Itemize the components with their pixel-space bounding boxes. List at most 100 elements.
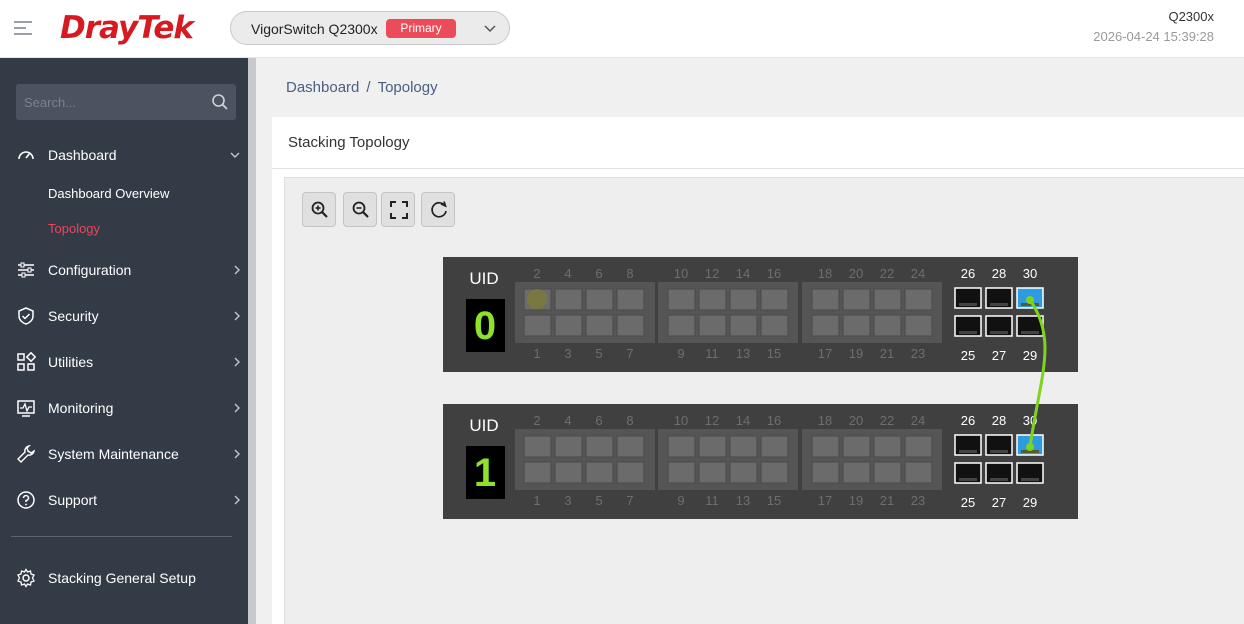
copper-port[interactable] (698, 288, 727, 311)
port-number-label: 5 (595, 346, 602, 361)
copper-port[interactable] (523, 435, 552, 458)
sfp-port-latch (990, 450, 1008, 453)
sfp-port-number-label: 27 (992, 495, 1006, 510)
copper-port[interactable] (554, 288, 583, 311)
copper-port[interactable] (585, 314, 614, 337)
sfp-port-latch (990, 478, 1008, 481)
copper-port[interactable] (554, 461, 583, 484)
port-number-label: 20 (849, 266, 863, 281)
port-number-label: 20 (849, 413, 863, 428)
port-number-label: 11 (705, 493, 719, 508)
copper-port[interactable] (760, 435, 789, 458)
copper-port[interactable] (811, 461, 840, 484)
port-number-label: 4 (564, 266, 571, 281)
sfp-port-number-label: 28 (992, 413, 1006, 428)
copper-port[interactable] (698, 461, 727, 484)
copper-port[interactable] (729, 461, 758, 484)
port-number-label: 14 (736, 266, 750, 281)
copper-port[interactable] (667, 435, 696, 458)
copper-port[interactable] (811, 435, 840, 458)
sfp-port-latch (959, 303, 977, 306)
port-number-label: 15 (767, 346, 781, 361)
port-number-label: 3 (564, 346, 571, 361)
copper-port[interactable] (523, 461, 552, 484)
port-number-label: 2 (533, 266, 540, 281)
copper-port[interactable] (554, 314, 583, 337)
copper-port[interactable] (523, 314, 552, 337)
stack-topology-diagram: UID0214365871091211141316151817201922212… (443, 257, 1078, 519)
copper-port[interactable] (667, 288, 696, 311)
copper-port[interactable] (842, 461, 871, 484)
port-number-label: 19 (849, 346, 863, 361)
copper-port[interactable] (904, 288, 933, 311)
copper-port[interactable] (585, 435, 614, 458)
sfp-port-latch (1021, 331, 1039, 334)
copper-port[interactable] (904, 314, 933, 337)
port-number-label: 4 (564, 413, 571, 428)
sfp-port-latch (990, 303, 1008, 306)
port-number-label: 18 (818, 266, 832, 281)
copper-port[interactable] (667, 461, 696, 484)
port-number-label: 3 (564, 493, 571, 508)
copper-port[interactable] (760, 461, 789, 484)
copper-port[interactable] (616, 314, 645, 337)
copper-port[interactable] (667, 314, 696, 337)
sfp-port-number-label: 25 (961, 495, 975, 510)
copper-port[interactable] (811, 314, 840, 337)
port-number-label: 16 (767, 266, 781, 281)
sfp-port-number-label: 25 (961, 348, 975, 363)
sfp-port-latch (959, 478, 977, 481)
port-number-label: 24 (911, 266, 925, 281)
port-number-label: 19 (849, 493, 863, 508)
sfp-port-number-label: 27 (992, 348, 1006, 363)
copper-port[interactable] (760, 288, 789, 311)
copper-port[interactable] (873, 288, 902, 311)
port-number-label: 21 (880, 493, 894, 508)
port-number-label: 18 (818, 413, 832, 428)
uid-label: UID (469, 269, 498, 288)
copper-port[interactable] (904, 461, 933, 484)
sfp-port-number-label: 26 (961, 266, 975, 281)
copper-port[interactable] (585, 288, 614, 311)
port-number-label: 24 (911, 413, 925, 428)
port-number-label: 17 (818, 493, 832, 508)
port-activity-led (527, 289, 547, 309)
port-number-label: 13 (736, 493, 750, 508)
port-number-label: 13 (736, 346, 750, 361)
copper-port[interactable] (873, 461, 902, 484)
copper-port[interactable] (616, 288, 645, 311)
sfp-port-latch (990, 331, 1008, 334)
copper-port[interactable] (554, 435, 583, 458)
copper-port[interactable] (585, 461, 614, 484)
copper-port[interactable] (616, 435, 645, 458)
copper-port[interactable] (729, 435, 758, 458)
uid-number: 1 (474, 451, 496, 495)
port-number-label: 22 (880, 413, 894, 428)
copper-port[interactable] (729, 288, 758, 311)
stack-link-endpoint (1026, 443, 1034, 451)
copper-port[interactable] (873, 314, 902, 337)
copper-port[interactable] (842, 314, 871, 337)
copper-port[interactable] (873, 435, 902, 458)
copper-port[interactable] (616, 461, 645, 484)
uid-label: UID (469, 416, 498, 435)
port-number-label: 8 (626, 266, 633, 281)
copper-port[interactable] (842, 435, 871, 458)
sfp-port-number-label: 29 (1023, 348, 1037, 363)
copper-port[interactable] (842, 288, 871, 311)
copper-port[interactable] (904, 435, 933, 458)
port-number-label: 23 (911, 346, 925, 361)
copper-port[interactable] (698, 435, 727, 458)
port-number-label: 10 (674, 413, 688, 428)
copper-port[interactable] (811, 288, 840, 311)
copper-port[interactable] (729, 314, 758, 337)
port-number-label: 12 (705, 266, 719, 281)
uid-number: 0 (474, 304, 496, 348)
copper-port[interactable] (760, 314, 789, 337)
copper-port[interactable] (698, 314, 727, 337)
port-number-label: 14 (736, 413, 750, 428)
port-number-label: 22 (880, 266, 894, 281)
port-number-label: 12 (705, 413, 719, 428)
sfp-port-number-label: 26 (961, 413, 975, 428)
port-number-label: 1 (533, 493, 540, 508)
